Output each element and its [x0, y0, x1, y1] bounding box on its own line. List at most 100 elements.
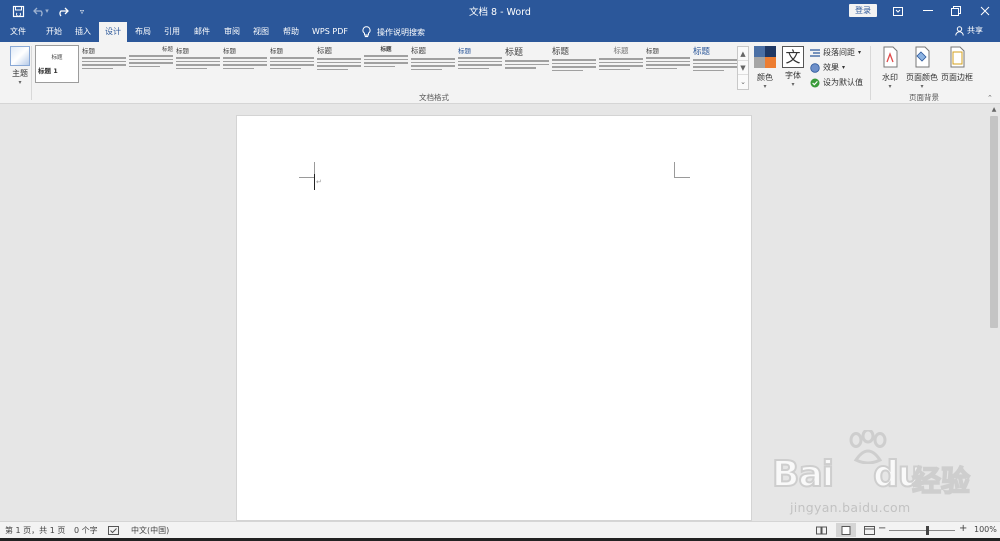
gallery-more-icon[interactable]: ⌄ — [738, 75, 748, 89]
page-count[interactable]: 第 1 页，共 1 页 — [5, 525, 65, 536]
gallery-down-icon[interactable]: ▼ — [738, 61, 748, 75]
watermark-brand: Bai — [771, 453, 835, 496]
tab-home[interactable]: 开始 — [40, 22, 68, 42]
colors-button[interactable]: 颜色 ▾ — [753, 46, 777, 90]
style-line — [129, 62, 173, 64]
proofing-icon[interactable] — [108, 526, 119, 535]
style-set-item[interactable]: 标题 — [599, 45, 643, 83]
page-borders-button[interactable]: 页面边框 — [940, 46, 974, 83]
close-icon[interactable] — [970, 0, 1000, 22]
word-count[interactable]: 0 个字 — [74, 525, 98, 536]
style-set-item[interactable]: 标题 — [505, 45, 549, 83]
page-color-button[interactable]: 页面颜色 ▾ — [905, 46, 939, 90]
style-line — [458, 57, 502, 59]
style-line — [223, 64, 267, 66]
scroll-thumb[interactable] — [990, 116, 998, 328]
minimize-icon[interactable] — [913, 0, 943, 22]
paragraph-mark-icon: ↵ — [316, 178, 322, 186]
language-indicator[interactable]: 中文(中国) — [131, 525, 169, 536]
style-line — [176, 64, 220, 66]
style-set-item[interactable]: 标题 — [176, 45, 220, 83]
style-line — [270, 60, 314, 62]
read-mode-icon[interactable] — [816, 526, 827, 535]
style-set-item[interactable]: 标题 — [552, 45, 596, 83]
style-line — [693, 66, 737, 68]
collapse-ribbon-icon[interactable]: ⌃ — [987, 94, 993, 102]
fonts-label: 字体 — [785, 71, 801, 80]
zoom-in-icon[interactable]: + — [959, 523, 967, 534]
zoom-out-icon[interactable]: − — [878, 523, 886, 534]
style-set-head: 标题 — [380, 47, 392, 53]
set-as-default-button[interactable]: 设为默认值 — [810, 76, 863, 89]
style-line — [82, 67, 113, 69]
zoom-slider-thumb[interactable] — [926, 526, 929, 535]
tab-references[interactable]: 引用 — [158, 22, 186, 42]
style-line — [505, 67, 536, 69]
tab-help[interactable]: 帮助 — [277, 22, 305, 42]
gallery-up-icon[interactable]: ▲ — [738, 47, 748, 61]
style-line — [599, 61, 643, 63]
status-bar: 第 1 页，共 1 页 0 个字 中文(中国) − + 100% — [0, 521, 1000, 538]
style-set-head: 标题 — [411, 46, 426, 55]
style-line — [552, 62, 596, 64]
style-set-head: 标题 — [646, 47, 659, 55]
style-line — [364, 58, 408, 60]
style-line — [364, 65, 395, 67]
style-line — [646, 67, 677, 69]
tab-view[interactable]: 视图 — [247, 22, 275, 42]
colors-label: 颜色 — [757, 73, 773, 82]
style-set-item[interactable]: 标题 — [317, 45, 361, 83]
zoom-level[interactable]: 100% — [974, 525, 997, 534]
themes-button[interactable]: 主题 ▾ — [6, 46, 34, 90]
style-set-item[interactable]: 标题 — [364, 45, 408, 83]
style-set-item[interactable]: 标题 — [411, 45, 455, 83]
tab-layout[interactable]: 布局 — [129, 22, 157, 42]
document-page[interactable]: ↵ — [236, 115, 752, 521]
style-set-item[interactable]: 标题 — [223, 45, 267, 83]
style-line — [411, 65, 455, 67]
tab-design[interactable]: 设计 — [99, 22, 127, 42]
style-line — [693, 59, 737, 61]
style-set-item[interactable]: 标题 — [129, 45, 173, 83]
themes-icon — [10, 46, 30, 66]
watermark-button[interactable]: 水印 ▾ — [878, 46, 902, 90]
style-line — [599, 68, 630, 70]
tab-file[interactable]: 文件 — [4, 22, 32, 42]
scroll-up-icon[interactable]: ▲ — [990, 106, 998, 114]
effects-button[interactable]: 效果 ▾ — [810, 61, 845, 74]
paragraph-spacing-button[interactable]: 段落间距 ▾ — [810, 46, 861, 59]
style-line — [458, 64, 502, 66]
restore-icon[interactable] — [941, 0, 971, 22]
login-button[interactable]: 登录 — [849, 4, 877, 17]
web-layout-icon[interactable] — [864, 526, 875, 535]
style-line — [552, 69, 583, 71]
chevron-down-icon: ▾ — [858, 49, 862, 56]
share-button[interactable]: 共享 — [955, 25, 983, 36]
tab-wps-pdf[interactable]: WPS PDF — [308, 22, 352, 42]
style-set-title: 标题 1 — [38, 67, 58, 75]
style-line — [82, 64, 126, 66]
tab-review[interactable]: 审阅 — [218, 22, 246, 42]
tab-insert[interactable]: 插入 — [69, 22, 97, 42]
style-set-head: 标题 — [613, 46, 629, 55]
style-set-item[interactable]: 标题 — [693, 45, 737, 83]
style-set-item[interactable]: 标题 — [270, 45, 314, 83]
ribbon-display-options-icon[interactable] — [883, 0, 913, 22]
fonts-button[interactable]: 文 字体 ▾ — [781, 46, 805, 88]
style-line — [599, 58, 643, 60]
page-color-icon — [915, 46, 930, 68]
style-line — [693, 69, 724, 71]
style-line — [505, 63, 549, 65]
zoom-slider[interactable] — [889, 530, 955, 531]
tell-me-search[interactable]: 操作说明搜索 — [362, 24, 425, 40]
style-set-item[interactable]: 标题 — [646, 45, 690, 83]
style-line — [223, 60, 267, 62]
tab-mailings[interactable]: 邮件 — [188, 22, 216, 42]
title-bar: ▾ ▿ 文档 8 - Word 登录 — [0, 0, 1000, 22]
style-line — [552, 59, 596, 61]
style-set-item[interactable]: 标题 — [458, 45, 502, 83]
chevron-down-icon: ▾ — [791, 81, 795, 88]
style-set-item[interactable]: 标题 — [82, 45, 126, 83]
style-set-selected[interactable]: 标题 标题 1 — [35, 45, 79, 83]
style-line — [317, 65, 361, 67]
